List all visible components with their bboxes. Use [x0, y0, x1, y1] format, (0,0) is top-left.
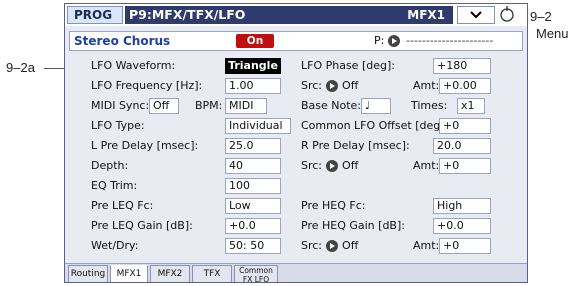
tab-common-fx-lfo[interactable]: Common FX LFO	[234, 265, 278, 283]
src3-label: Src:	[301, 239, 323, 252]
arrow-circle-icon[interactable]	[326, 80, 339, 92]
top-bar: PROG P9:MFX/TFX/LFO MFX1	[65, 4, 527, 26]
p-value: ----------------------	[406, 34, 494, 47]
mode-label: PROG	[67, 6, 123, 24]
src3-value: Off	[342, 239, 359, 252]
callout-9-2: 9–2	[530, 9, 552, 24]
src1-label: Src:	[301, 79, 323, 92]
times-value[interactable]: x1	[457, 98, 485, 114]
arrow-circle-icon[interactable]	[388, 35, 400, 47]
pre-heq-fc-value[interactable]: High	[433, 198, 491, 214]
tab-bar: Routing MFX1 MFX2 TFX Common FX LFO	[65, 263, 527, 283]
pre-leq-fc-label: Pre LEQ Fc:	[91, 199, 154, 212]
pre-leq-gain-value[interactable]: +0.0	[225, 218, 281, 234]
amt2-label: Amt:	[413, 159, 440, 172]
tab-mfx2[interactable]: MFX2	[150, 265, 190, 282]
amt3-value[interactable]: +0	[439, 238, 491, 254]
src2-value: Off	[342, 159, 359, 172]
tab-tfx[interactable]: TFX	[192, 265, 232, 282]
amt1-label: Amt:	[413, 79, 440, 92]
chevron-down-icon	[470, 11, 482, 19]
lfo-phase-label: LFO Phase [deg]:	[301, 59, 395, 72]
lfo-waveform-value[interactable]: Triangle	[225, 58, 281, 74]
amt1-value[interactable]: +0.00	[439, 78, 491, 94]
pre-heq-fc-label: Pre HEQ Fc:	[301, 199, 366, 212]
common-lfo-offset-value[interactable]: +0	[439, 118, 491, 134]
callout-menu: Menu	[536, 26, 569, 41]
arrow-circle-icon[interactable]	[326, 240, 339, 252]
common-lfo-offset-label: Common LFO Offset [deg]:	[301, 119, 449, 132]
arrow-circle-icon[interactable]	[326, 160, 339, 172]
pre-leq-gain-label: Pre LEQ Gain [dB]:	[91, 219, 193, 232]
wet-dry-value[interactable]: 50: 50	[225, 238, 281, 254]
bpm-label: BPM:	[195, 99, 223, 112]
lfo-waveform-label: LFO Waveform:	[91, 59, 176, 72]
amt3-label: Amt:	[413, 239, 440, 252]
src2-label: Src:	[301, 159, 323, 172]
lfo-phase-value[interactable]: +180	[433, 58, 491, 74]
src3-group: Src: Off	[301, 239, 358, 253]
r-pre-delay-label: R Pre Delay [msec]:	[301, 139, 410, 152]
bpm-value[interactable]: MIDI	[225, 98, 267, 114]
src1-value: Off	[342, 79, 359, 92]
lfo-frequency-value[interactable]: 1.00	[225, 78, 281, 94]
effect-name[interactable]: Stereo Chorus	[74, 33, 254, 49]
wet-dry-label: Wet/Dry:	[91, 239, 139, 252]
tab-common-line2: FX LFO	[242, 275, 270, 283]
depth-value[interactable]: 40	[225, 158, 281, 174]
effect-on-button[interactable]: On	[236, 34, 274, 48]
lfo-type-value[interactable]: Individual	[225, 118, 291, 134]
midi-sync-value[interactable]: Off	[149, 98, 179, 114]
depth-label: Depth:	[91, 159, 129, 172]
lfo-frequency-label: LFO Frequency [Hz]:	[91, 79, 203, 92]
page-tag: MFX1	[407, 8, 445, 22]
tab-common-line1: Common	[239, 266, 273, 275]
callout-line-9-2a	[44, 68, 66, 69]
amt2-value[interactable]: +0	[439, 158, 491, 174]
l-pre-delay-value[interactable]: 25.0	[225, 138, 281, 154]
page-title-text: P9:MFX/TFX/LFO	[129, 7, 246, 22]
src2-group: Src: Off	[301, 159, 358, 173]
base-note-value[interactable]: ♩	[361, 98, 391, 114]
pre-heq-gain-label: Pre HEQ Gain [dB]:	[301, 219, 405, 232]
r-pre-delay-value[interactable]: 20.0	[433, 138, 491, 154]
pre-leq-fc-value[interactable]: Low	[225, 198, 281, 214]
lfo-type-label: LFO Type:	[91, 119, 145, 132]
times-label: Times:	[411, 99, 448, 112]
effect-bar: Stereo Chorus On P: --------------------…	[69, 31, 523, 51]
tab-routing[interactable]: Routing	[68, 265, 108, 282]
l-pre-delay-label: L Pre Delay [msec]:	[91, 139, 199, 152]
page-title: P9:MFX/TFX/LFO MFX1	[125, 6, 453, 24]
menu-button[interactable]	[457, 6, 495, 24]
lcd-screen: PROG P9:MFX/TFX/LFO MFX1 Stereo Chorus O…	[64, 3, 528, 283]
eq-trim-value[interactable]: 100	[225, 178, 281, 194]
base-note-label: Base Note:	[301, 99, 362, 112]
midi-sync-label: MIDI Sync:	[91, 99, 150, 112]
tab-mfx1[interactable]: MFX1	[110, 265, 148, 282]
pre-heq-gain-value[interactable]: +0.0	[433, 218, 491, 234]
knob-icon	[500, 6, 514, 22]
callout-9-2a: 9–2a	[6, 60, 35, 75]
eq-trim-label: EQ Trim:	[91, 179, 138, 192]
p-label: P:	[374, 34, 385, 47]
src1-group: Src: Off	[301, 79, 358, 93]
